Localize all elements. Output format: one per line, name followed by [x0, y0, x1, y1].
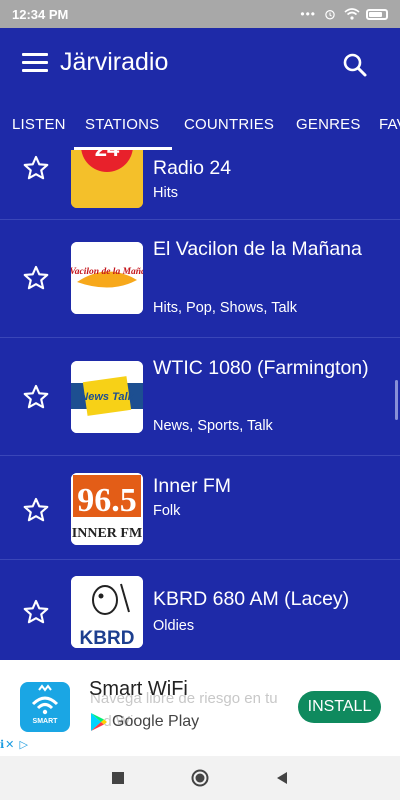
station-logo: 96.5 INNER FM [71, 473, 143, 545]
station-list[interactable]: 24 Radio 24 Hits El Vacilon de la Mañana… [0, 150, 400, 660]
tab-favorites[interactable]: FAV [379, 116, 400, 133]
station-logo-text: News Talk [80, 391, 134, 403]
station-row[interactable]: 24 Radio 24 Hits [0, 150, 400, 220]
tab-countries[interactable]: COUNTRIES [184, 116, 274, 133]
station-row[interactable]: El Vacilon de la Mañana El Vacilon de la… [0, 220, 400, 338]
station-logo: News Talk [71, 361, 143, 433]
alarm-icon [325, 10, 335, 20]
station-name: Inner FM [153, 475, 232, 497]
wifi-icon [344, 8, 360, 20]
station-name: WTIC 1080 (Farmington) [153, 357, 369, 379]
google-play-badge[interactable]: Google Play [90, 712, 199, 732]
ad-title[interactable]: Smart WiFi [89, 678, 188, 701]
ad-banner[interactable]: SMART Navega libre de riesgo en tu red W… [0, 660, 400, 756]
tab-stations[interactable]: STATIONS [85, 116, 159, 133]
system-nav-bar [0, 756, 400, 800]
tab-listen[interactable]: LISTEN [12, 116, 66, 133]
google-play-icon [91, 713, 107, 731]
station-logo: El Vacilon de la Mañana [71, 242, 143, 314]
back-icon[interactable] [272, 768, 292, 788]
search-icon[interactable] [342, 52, 368, 78]
station-row[interactable]: 96.5 INNER FM Inner FM Folk [0, 456, 400, 560]
station-logo-subtext: INNER FM [72, 526, 142, 541]
wifi-icon [31, 684, 59, 715]
station-name: Radio 24 [153, 157, 232, 179]
ad-app-icon[interactable]: SMART [20, 682, 70, 732]
station-genres: Hits, Pop, Shows, Talk [153, 300, 297, 316]
station-genres: News, Sports, Talk [153, 418, 273, 434]
status-bar: 12:34 PM ••• [0, 0, 400, 28]
station-name: El Vacilon de la Mañana [153, 238, 362, 260]
favorite-star-icon[interactable] [22, 496, 50, 524]
home-icon[interactable] [190, 768, 210, 788]
favorite-star-icon[interactable] [22, 154, 50, 182]
tab-genres[interactable]: GENRES [296, 116, 361, 133]
station-logo: KBRD [71, 576, 143, 648]
install-button[interactable]: INSTALL [298, 691, 381, 723]
station-genres: Folk [153, 503, 181, 519]
app-title: Järviradio [60, 47, 169, 76]
scrollbar-thumb[interactable] [395, 380, 398, 420]
ad-choices-icon[interactable]: ℹ✕ ▷ [0, 738, 29, 751]
battery-icon [366, 8, 388, 20]
recent-apps-icon[interactable] [108, 768, 128, 788]
status-time: 12:34 PM [12, 6, 69, 22]
station-logo: 24 [71, 150, 143, 208]
google-play-label: Google Play [112, 713, 200, 730]
station-row[interactable]: KBRD KBRD 680 AM (Lacey) Oldies [0, 560, 400, 660]
station-logo-text: KBRD [80, 628, 135, 648]
tab-bar: LISTEN STATIONS COUNTRIES GENRES FAV [0, 100, 400, 150]
favorite-star-icon[interactable] [22, 383, 50, 411]
app-bar: Järviradio [0, 28, 400, 100]
station-genres: Hits [153, 185, 178, 201]
favorite-star-icon[interactable] [22, 598, 50, 626]
station-logo-text: El Vacilon de la Mañana [71, 267, 143, 277]
notification-dots: ••• [300, 7, 316, 21]
station-row[interactable]: News Talk WTIC 1080 (Farmington) News, S… [0, 338, 400, 456]
favorite-star-icon[interactable] [22, 264, 50, 292]
station-logo-text: 96.5 [77, 482, 137, 519]
ad-icon-label: SMART [32, 718, 58, 725]
hamburger-menu-icon[interactable] [22, 53, 50, 75]
station-logo-text: 24 [95, 150, 120, 161]
station-name: KBRD 680 AM (Lacey) [153, 588, 350, 610]
station-genres: Oldies [153, 618, 195, 634]
